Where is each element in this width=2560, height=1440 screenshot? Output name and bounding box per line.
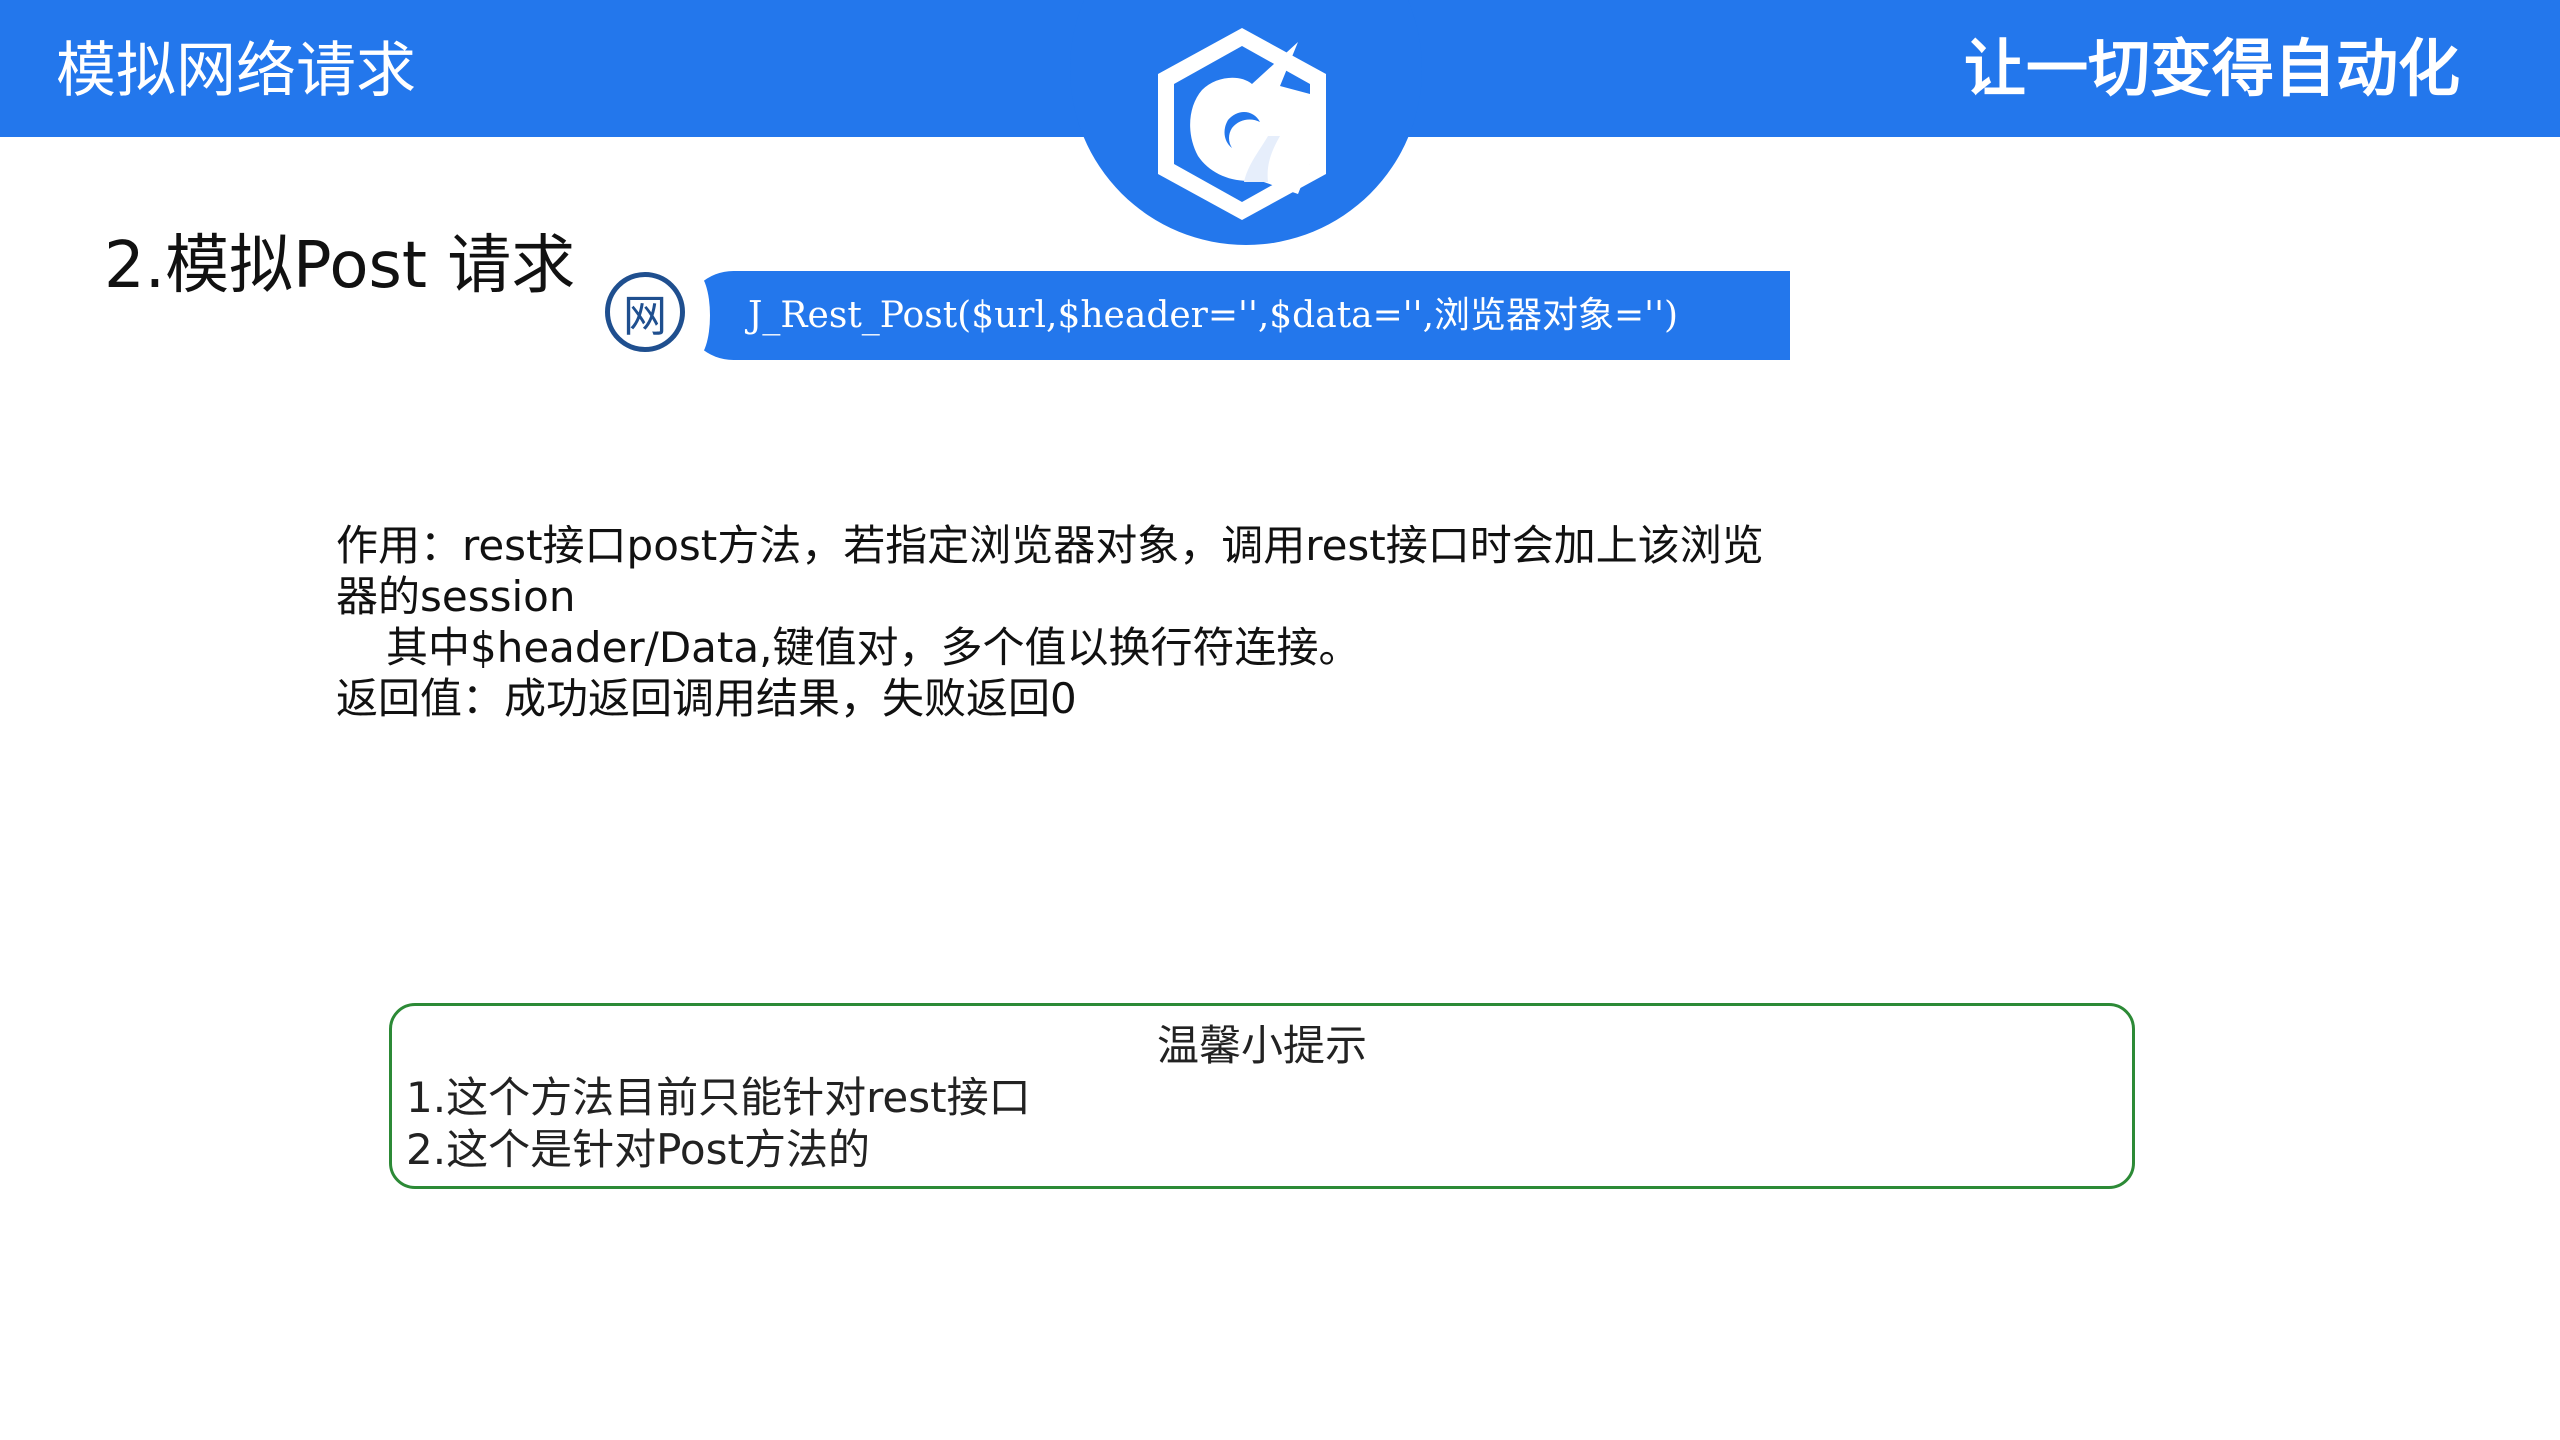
description-line: 器的session: [336, 572, 576, 621]
header-title: 模拟网络请求: [56, 36, 416, 106]
description: 作用：rest接口post方法，若指定浏览器对象，调用rest接口时会加上该浏览…: [336, 520, 1796, 724]
tip-item: 2.这个是针对Post方法的: [406, 1125, 870, 1174]
function-signature: J_Rest_Post($url,$header='',$data='',浏览器…: [748, 295, 1679, 336]
description-line: 返回值：成功返回调用结果，失败返回0: [336, 674, 1077, 723]
section-title: 2.模拟Post 请求: [104, 229, 576, 303]
tip-item: 1.这个方法目前只能针对rest接口: [406, 1073, 1031, 1122]
unicorn-logo-icon: [1158, 28, 1326, 220]
network-badge-icon: 网: [605, 272, 685, 352]
tip-box: 温馨小提示 1.这个方法目前只能针对rest接口 2.这个是针对Post方法的: [389, 1003, 2135, 1189]
tip-title: 温馨小提示: [1156, 1021, 1367, 1070]
description-line: 其中$header/Data,键值对，多个值以换行符连接。: [386, 623, 1361, 672]
function-badge: 网: [598, 265, 692, 359]
description-line: 作用：rest接口post方法，若指定浏览器对象，调用rest接口时会加上该浏览: [336, 521, 1764, 570]
header-slogan: 让一切变得自动化: [1963, 32, 2460, 105]
function-signature-bar: J_Rest_Post($url,$header='',$data='',浏览器…: [682, 271, 1790, 360]
